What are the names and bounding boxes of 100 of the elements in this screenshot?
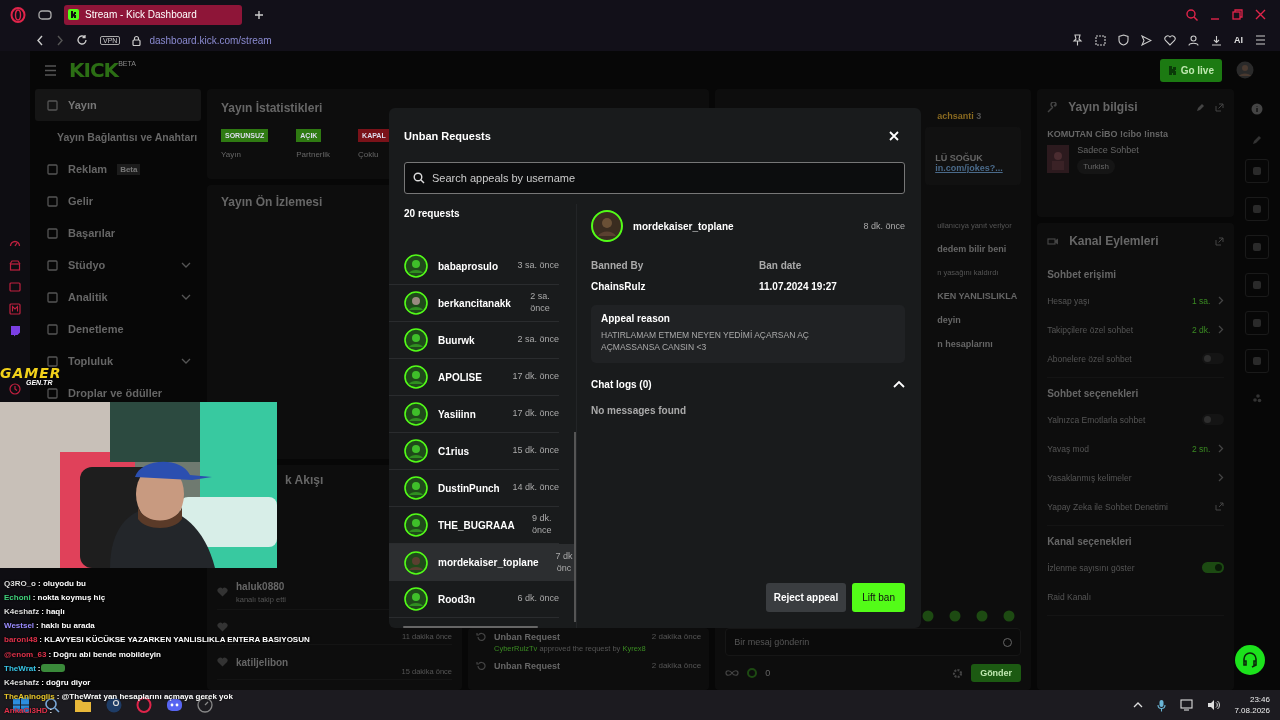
popout-icon[interactable] xyxy=(1215,102,1225,112)
back-icon[interactable] xyxy=(36,34,44,46)
request-item[interactable]: Yasiiinn 17 dk. önce xyxy=(389,396,559,433)
status-caption: Partnerlik xyxy=(296,150,331,159)
go-live-button[interactable]: Go live xyxy=(1159,58,1222,82)
request-item[interactable]: Rood3n 6 dk. önce xyxy=(389,581,559,618)
snapshot-icon[interactable] xyxy=(1095,34,1106,46)
square-icon xyxy=(47,259,58,271)
chat-message: KEN YANLISLIKLA xyxy=(937,291,1019,301)
clock-icon[interactable] xyxy=(9,383,21,395)
heart-icon[interactable] xyxy=(1164,34,1176,46)
sidebar-item[interactable]: Başarılar xyxy=(35,226,201,240)
heart-icon xyxy=(217,622,228,632)
pencil-icon[interactable] xyxy=(1196,102,1206,112)
avatar-icon xyxy=(404,513,428,537)
send-button[interactable]: Gönder xyxy=(971,664,1022,682)
avatar-icon xyxy=(404,402,428,426)
follower-name: katiljelibon xyxy=(236,656,289,668)
setting-label: Raid Kanalı xyxy=(1047,591,1092,602)
toggle-switch[interactable] xyxy=(1202,353,1225,364)
square-icon xyxy=(47,163,58,175)
shop-icon[interactable] xyxy=(9,259,21,271)
emote-icon[interactable] xyxy=(976,610,989,622)
request-item[interactable]: Buurwk 2 sa. önce xyxy=(389,322,559,359)
screen-icon[interactable] xyxy=(9,281,21,293)
emote-icon[interactable] xyxy=(949,610,962,622)
sidebar-item[interactable]: Reklam Beta xyxy=(35,162,201,176)
lift-ban-button[interactable]: Lift ban xyxy=(852,583,905,612)
send-icon[interactable] xyxy=(1141,34,1152,46)
section-title: Sohbet seçenekleri xyxy=(1047,387,1140,401)
search-field[interactable]: Search appeals by username xyxy=(404,162,905,194)
avatar-icon xyxy=(404,291,428,315)
setting-label: Yalnızca Emotlarla sohbet xyxy=(1047,414,1146,425)
sidebar-item[interactable]: Topluluk xyxy=(35,354,201,368)
m-app-icon[interactable] xyxy=(9,303,21,315)
settings-icon[interactable] xyxy=(952,667,964,679)
field-label: Ban date xyxy=(759,260,803,271)
info-icon[interactable] xyxy=(1251,103,1264,115)
infinity-icon xyxy=(725,669,740,677)
download-icon[interactable] xyxy=(1211,34,1222,46)
microphone-icon[interactable] xyxy=(1157,698,1167,712)
setting-value: 1 sa. xyxy=(1192,295,1211,306)
address-field[interactable]: dashboard.kick.com/stream xyxy=(149,34,272,46)
caret-up-icon[interactable] xyxy=(1133,702,1144,708)
chevron-right-icon[interactable] xyxy=(1218,473,1225,482)
request-item[interactable]: DustinPunch 14 dk. önce xyxy=(389,470,559,507)
emote-icon[interactable] xyxy=(922,610,935,622)
panel-title: Yayın bilgisi xyxy=(1068,100,1138,114)
menu-icon[interactable] xyxy=(44,64,57,76)
chevron-icon[interactable] xyxy=(893,380,905,389)
clock-date[interactable]: 7.08.2026 xyxy=(1234,706,1270,715)
sidebar-item[interactable]: Analitik xyxy=(35,290,201,304)
emoji-icon[interactable] xyxy=(1003,637,1013,647)
clock-time[interactable]: 23:46 xyxy=(1249,695,1270,704)
follower-name: haluk0880 xyxy=(236,580,286,592)
request-item[interactable]: mordekaiser_toplane 7 dk önc xyxy=(389,544,575,581)
toggle-switch[interactable] xyxy=(1202,562,1225,573)
sidebar-item[interactable]: Gelir xyxy=(35,194,201,208)
emote-icon[interactable] xyxy=(1003,610,1016,622)
history-icon xyxy=(476,632,486,642)
category-name: Sadece Sohbet xyxy=(1077,145,1139,155)
sidebar-item[interactable]: Droplar ve ödüller xyxy=(35,386,201,400)
network-icon[interactable] xyxy=(1180,699,1194,711)
restore-icon[interactable] xyxy=(1232,9,1243,20)
avatar-icon xyxy=(404,587,428,611)
reject-appeal-button[interactable]: Reject appeal xyxy=(765,583,847,612)
chat-username: baroni48 xyxy=(4,635,38,645)
reload-icon[interactable] xyxy=(76,34,88,46)
avatar-icon[interactable] xyxy=(1236,61,1254,79)
profile-icon[interactable] xyxy=(1188,34,1199,46)
sidebar-item[interactable]: Denetleme xyxy=(35,322,201,336)
sidebar-item[interactable]: Yayın xyxy=(35,89,201,121)
sidebar-item[interactable]: Stüdyo xyxy=(35,258,201,272)
toggle-switch[interactable] xyxy=(1202,414,1225,425)
popout-icon[interactable] xyxy=(1215,236,1225,246)
request-item[interactable]: berkancitanakk 2 sa. önce xyxy=(389,285,559,322)
support-button[interactable] xyxy=(1235,645,1265,675)
forward-icon[interactable] xyxy=(56,34,64,46)
chat-text: : nokta koymuş hiç xyxy=(32,592,106,602)
pin-icon[interactable] xyxy=(1072,34,1083,46)
external-link-icon[interactable] xyxy=(1215,502,1225,511)
chevron-right-icon[interactable] xyxy=(1218,325,1225,334)
request-item[interactable]: C1rius 15 dk. önce xyxy=(389,433,559,470)
search-icon[interactable] xyxy=(1186,8,1198,21)
browser-tab[interactable]: Stream - Kick Dashboard xyxy=(64,4,242,25)
ai-button[interactable]: AI xyxy=(1234,35,1243,45)
chevron-right-icon[interactable] xyxy=(1218,296,1225,305)
game-controller-icon[interactable] xyxy=(38,9,52,20)
square-icon xyxy=(47,195,58,207)
twitch-icon[interactable] xyxy=(9,325,21,337)
chat-username: K4eshafz xyxy=(4,677,40,687)
dots-icon[interactable] xyxy=(1252,393,1263,403)
sidebar-item[interactable]: Yayın Bağlantısı ve Anahtarı xyxy=(35,130,201,144)
setting-label: Hesap yaşı xyxy=(1047,295,1090,306)
request-item[interactable]: babaprosulo 3 sa. önce xyxy=(389,248,559,285)
shield-icon[interactable] xyxy=(1118,34,1129,46)
chevron-right-icon[interactable] xyxy=(1218,444,1225,453)
request-item[interactable]: APOLISE 17 dk. önce xyxy=(389,359,559,396)
new-tab-icon[interactable] xyxy=(254,9,264,20)
speaker-icon[interactable] xyxy=(1207,699,1221,711)
